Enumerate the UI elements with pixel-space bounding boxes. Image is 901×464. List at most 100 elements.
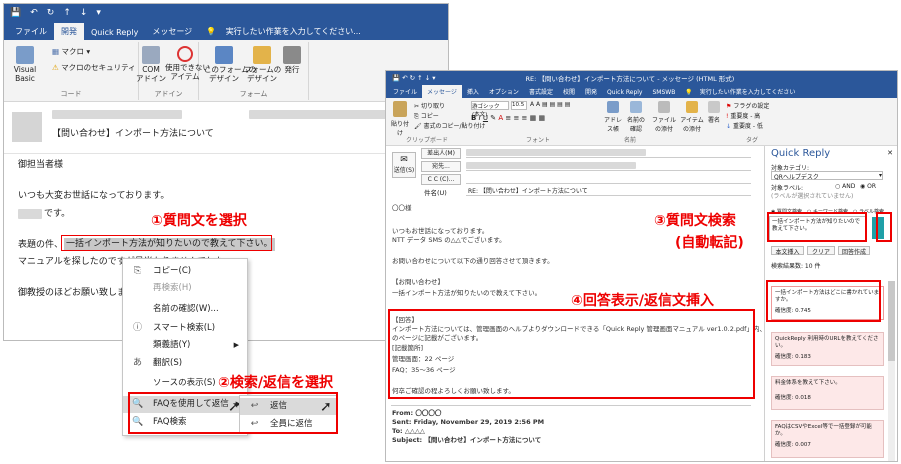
warning-icon: ⚠ <box>52 63 59 72</box>
tab-developer[interactable]: 開発 <box>54 23 84 40</box>
scrollbar[interactable] <box>888 281 895 461</box>
high-importance-button[interactable]: ! 重要度 - 高 <box>726 111 760 120</box>
chevron-right-icon: ▶ <box>233 341 239 349</box>
group-names-label: 名前 <box>624 137 637 144</box>
or-label: OR <box>867 183 877 190</box>
flag-button[interactable]: ⚑ フラグの設定 <box>726 101 769 110</box>
send-button[interactable]: ✉ 送信(S) <box>392 152 416 178</box>
translate-icon: あ <box>132 358 142 368</box>
result-card[interactable]: 料金体系を教えて下さい。 確信度: 0.018 <box>771 376 884 410</box>
attach-item-button[interactable]: アイテムの添付 <box>679 101 705 133</box>
cut-button[interactable]: ✂ 切り取り <box>414 101 445 110</box>
flag-label: フラグの設定 <box>733 103 770 110</box>
design-this-form-button[interactable]: このフォームの デザイン <box>204 46 256 83</box>
reply-compose-window: 💾 ↶ ↻ ↑ ↓ ▾ RE: 【問い合わせ】インポート方法について - メッセ… <box>385 70 898 462</box>
clear-button[interactable]: クリア <box>807 246 835 256</box>
mail-header: 【問い合わせ】インポート方法について <box>4 104 448 154</box>
address-book-icon <box>607 101 619 113</box>
up-arrow-icon[interactable]: ↑ <box>63 8 71 18</box>
tab-quick-reply[interactable]: Quick Reply <box>84 25 145 40</box>
to-field[interactable] <box>466 161 751 171</box>
menu-item-smart-lookup[interactable]: ⓘ スマート検索(L) <box>123 320 247 337</box>
tab-file[interactable]: ファイル <box>388 85 422 98</box>
design-form-button[interactable]: フォームの デザイン <box>244 46 281 83</box>
save-icon[interactable]: 💾 ↶ ↻ ↑ ↓ ▾ <box>392 74 435 82</box>
cut-label: 切り取り <box>420 103 445 110</box>
visual-basic-button[interactable]: Visual Basic <box>6 46 44 83</box>
low-importance-button[interactable]: ↓ 重要度 - 低 <box>726 121 763 130</box>
tab-message[interactable]: メッセージ <box>422 85 462 98</box>
tab-developer[interactable]: 開発 <box>580 85 602 98</box>
check-names-label: 名前の確認 <box>626 117 645 133</box>
insert-body-button[interactable]: 本文挿入 <box>771 246 804 256</box>
ribbon-tabs: ファイル 開発 Quick Reply メッセージ 💡 実行したい作業を入力して… <box>4 22 448 40</box>
tab-message[interactable]: メッセージ <box>145 23 199 40</box>
tab-format[interactable]: 書式設定 <box>524 85 558 98</box>
macro-security-button[interactable]: ⚠ マクロのセキュリティ <box>52 62 136 73</box>
tell-me-search[interactable]: 💡 実行したい作業を入力してください... <box>199 23 375 40</box>
paste-button[interactable]: 貼り付け <box>390 101 410 137</box>
attach-file-button[interactable]: ファイルの添付 <box>651 101 677 133</box>
and-radio[interactable]: ○ AND <box>835 183 855 190</box>
cc-field[interactable] <box>466 174 751 184</box>
menu-item-copy[interactable]: ⎘ コピー(C) <box>123 263 247 280</box>
tab-options[interactable]: オプション <box>484 85 524 98</box>
result-card[interactable]: QuickReply 利用時のURLを教えてください。 確信度: 0.183 <box>771 332 884 366</box>
result-count: 検索結果数: 10 件 <box>771 263 821 270</box>
result-score: 確信度: 0.183 <box>775 354 811 361</box>
close-icon[interactable]: ✕ <box>887 149 893 157</box>
high-importance-label: 重要度 - 高 <box>730 113 761 120</box>
ribbon: 貼り付け ✂ 切り取り ⎘ コピー 🖌 書式のコピー/貼り付け クリップボード … <box>386 98 897 146</box>
tab-file[interactable]: ファイル <box>8 23 54 40</box>
tab-insert[interactable]: 挿入 <box>462 85 484 98</box>
save-icon[interactable]: 💾 <box>10 8 21 18</box>
tab-quick-reply[interactable]: Quick Reply <box>602 87 648 98</box>
ribbon: Visual Basic ▦ マクロ ▾ ⚠ マクロのセキュリティ コード CO… <box>4 40 448 102</box>
result-card[interactable]: FAQはCSVやExcel等で一括登録が可能か。 確信度: 0.007 <box>771 420 884 458</box>
from-button[interactable]: 差出人(M) <box>421 148 461 159</box>
tab-smswb[interactable]: SMSWB <box>647 87 680 98</box>
from-field[interactable] <box>466 148 751 158</box>
signature-button[interactable]: 署名 <box>706 101 722 124</box>
format-painter-button[interactable]: 🖌 書式のコピー/貼り付け <box>414 121 486 130</box>
font-style-buttons[interactable]: B I U ✎ A ≡ ≡ ≡ ▦ ▦ <box>471 114 545 122</box>
menu-item-label: 名前の確認(W)... <box>153 304 219 314</box>
font-size-buttons[interactable]: A A ▤ ▤ ▤ ▤ <box>530 101 570 108</box>
visual-basic-icon <box>16 46 34 64</box>
create-answer-button[interactable]: 回答作成 <box>838 246 870 256</box>
font-size-select[interactable]: 10.5 <box>511 101 527 110</box>
category-select[interactable]: QRヘルプデスク ▾ <box>771 171 883 181</box>
group-form: このフォームの デザイン フォームの デザイン 発行 フォーム <box>199 42 309 100</box>
customize-icon[interactable]: ▾ <box>96 8 101 18</box>
font-name-select[interactable]: 游ゴシック (本文) <box>471 101 509 118</box>
group-tags-label: タグ <box>746 137 759 144</box>
subject-field[interactable]: RE: 【問い合わせ】インポート方法について <box>466 186 751 196</box>
publish-icon <box>283 46 301 64</box>
send-label: 送信(S) <box>393 167 415 174</box>
menu-item-synonyms[interactable]: 類義語(Y) ▶ <box>123 337 247 354</box>
publish-button[interactable]: 発行 <box>279 46 305 75</box>
body-line: いつもお世話になっております。 <box>392 227 489 235</box>
and-label: AND <box>842 183 856 190</box>
com-addin-button[interactable]: COM アドイン <box>135 46 167 83</box>
avatar <box>12 112 42 142</box>
down-arrow-icon[interactable]: ↓ <box>80 8 88 18</box>
or-radio[interactable]: ◉ OR <box>860 183 876 190</box>
paperclip-icon <box>658 101 670 113</box>
menu-item-check-names[interactable]: 名前の確認(W)... <box>123 301 247 318</box>
exclamation-icon: ! <box>726 113 729 120</box>
tell-me-search[interactable]: 💡 実行したい作業を入力してください <box>680 85 805 98</box>
undo-icon[interactable]: ↶ <box>30 8 38 18</box>
menu-item-research: 再検索(H) <box>123 280 247 297</box>
menu-item-translate[interactable]: あ 翻訳(S) <box>123 355 247 372</box>
to-button[interactable]: 宛先... <box>421 161 461 172</box>
copy-button[interactable]: ⎘ コピー <box>414 111 439 121</box>
check-names-button[interactable]: 名前の確認 <box>626 101 646 133</box>
scrollbar-thumb[interactable] <box>888 281 895 361</box>
macro-button[interactable]: ▦ マクロ ▾ <box>52 46 90 57</box>
address-book-button[interactable]: アドレス帳 <box>604 101 622 133</box>
cc-button[interactable]: C C (C)... <box>421 174 461 185</box>
tab-review[interactable]: 校閲 <box>558 85 580 98</box>
redo-icon[interactable]: ↻ <box>47 8 55 18</box>
design-form-icon <box>215 46 233 64</box>
